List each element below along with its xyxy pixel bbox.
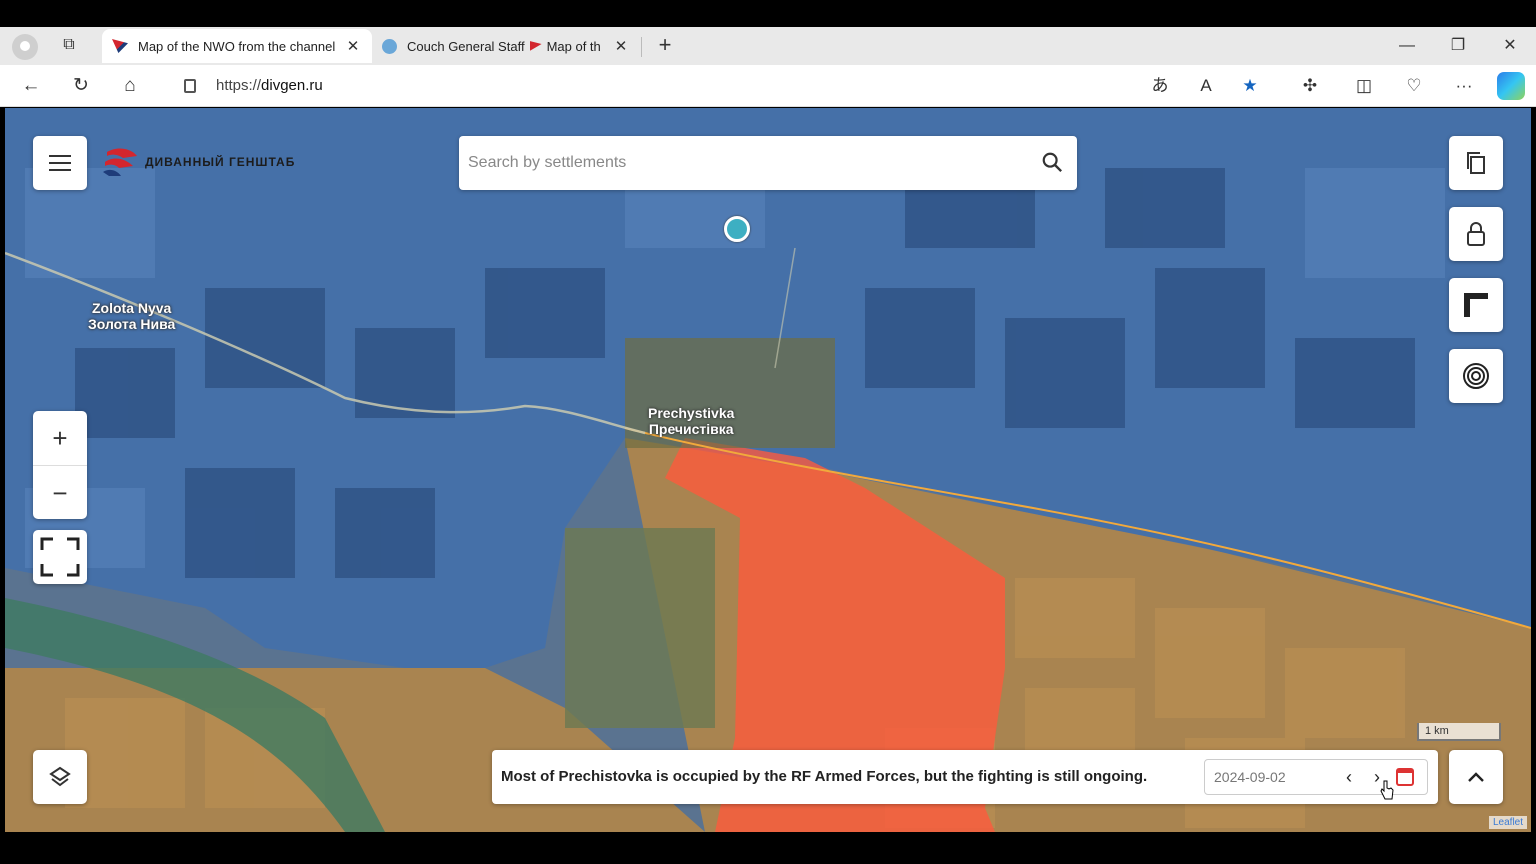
date-value[interactable]: 2024-09-02 [1214,760,1286,794]
target-icon [1463,363,1489,389]
telegram-favicon-icon [382,38,397,54]
copy-icon [1467,152,1485,174]
zoom-control: + − [33,411,87,519]
tab-title-suffix: Map of th [546,38,601,54]
new-tab-button[interactable]: + [652,31,678,59]
lock-button[interactable] [1449,207,1503,261]
tab-map-nwo[interactable]: Map of the NWO from the channel ✕ [102,29,372,63]
favorite-star-icon[interactable]: ★ [1236,73,1264,99]
place-label-zolota-nyva: Zolota Nyva Золота Нива [88,300,176,332]
info-panel: Most of Prechistovka is occupied by the … [492,750,1438,804]
layers-icon [49,766,71,787]
menu-icon [49,150,71,176]
ruler-icon [1464,293,1488,317]
restore-button[interactable]: ❐ [1444,33,1472,59]
expand-panel-button[interactable] [1449,750,1503,804]
scale-bar: 1 km [1417,723,1501,741]
translate-icon[interactable]: あ [1146,73,1174,99]
minimize-button[interactable]: — [1393,33,1421,59]
calendar-icon[interactable] [1396,768,1414,786]
browser-essentials-icon[interactable]: ♡ [1400,73,1428,99]
tab-title: Map of the NWO from the channel [138,38,336,54]
browser-tabstrip: ⧉ Map of the NWO from the channel ✕ Couc… [0,27,1536,65]
target-button[interactable] [1449,349,1503,403]
fullscreen-icon [40,537,80,577]
situation-description: Most of Prechistovka is occupied by the … [501,768,1148,785]
layers-button[interactable] [33,750,87,804]
site-favicon-icon [112,39,128,53]
logo-icon [103,148,137,176]
lock-icon [1467,222,1485,246]
workspaces-icon[interactable]: ⧉ [58,36,80,56]
site-logo[interactable]: ДИВАННЫЙ ГЕНШТАБ [103,146,295,178]
extensions-icon[interactable]: ✣ [1296,73,1324,99]
ruler-button[interactable] [1449,278,1503,332]
split-screen-icon[interactable]: ◫ [1350,73,1378,99]
close-tab-icon[interactable]: ✕ [612,37,630,55]
zoom-in-button[interactable]: + [33,411,87,465]
zoom-out-button[interactable]: − [33,466,87,520]
place-label-prechystivka: Prechystivka Пречистівка [648,405,735,437]
close-tab-icon[interactable]: ✕ [344,37,362,55]
settlement-search [459,136,1077,190]
satellite-map [5,108,1531,832]
prev-date-icon[interactable]: ‹ [1339,760,1359,794]
browser-toolbar: ← ↻ ⌂ https://divgen.ru あ A ★ ✣ ◫ ♡ ··· [0,65,1536,107]
copy-button[interactable] [1449,136,1503,190]
tab-title: Couch General Staff [407,38,525,54]
copilot-icon[interactable] [1497,72,1525,100]
profile-icon[interactable] [12,34,38,60]
chevron-up-icon [1468,772,1484,782]
site-lock-icon[interactable] [184,79,196,93]
read-aloud-icon[interactable]: A [1192,73,1220,99]
map-canvas[interactable]: Zolota Nyva Золота Нива Prechystivka Пре… [5,108,1531,832]
search-icon[interactable] [1041,151,1063,173]
close-window-button[interactable]: ✕ [1496,33,1524,59]
tab-couch-general-staff[interactable]: Couch General Staff Map of th ✕ [372,29,640,63]
fullscreen-button[interactable] [33,530,87,584]
screen-bottom-border [0,836,1536,864]
refresh-icon[interactable]: ↻ [67,73,95,99]
search-input[interactable] [459,136,1019,190]
menu-button[interactable] [33,136,87,190]
map-marker-icon[interactable] [724,216,750,242]
logo-text: ДИВАННЫЙ ГЕНШТАБ [145,155,296,169]
more-options-icon[interactable]: ··· [1450,73,1478,99]
home-icon[interactable]: ⌂ [116,73,144,99]
leaflet-attribution[interactable]: Leaflet [1489,816,1528,829]
date-picker[interactable]: 2024-09-02 ‹ › [1204,759,1428,795]
back-icon[interactable]: ← [17,73,45,99]
tab-separator [641,37,642,57]
url-text[interactable]: https://divgen.ru [216,77,323,94]
flag-icon [529,41,542,51]
mouse-cursor-icon [1380,780,1394,800]
address-bar[interactable]: https://divgen.ru [164,70,1134,102]
screen-top-border [0,0,1536,27]
